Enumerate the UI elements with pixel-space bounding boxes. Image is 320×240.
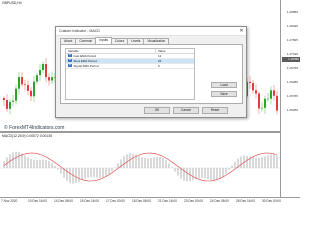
candle-body	[18, 76, 20, 89]
candle-body	[36, 75, 38, 82]
time-tick: 30 Dec 00:00	[262, 199, 281, 203]
price-tick: 1.25250	[286, 108, 298, 112]
candle-body	[45, 63, 47, 78]
time-tick: 21 Dec 16:00	[158, 199, 177, 203]
table-row[interactable]: ab Signal SMA Period 9	[66, 64, 194, 69]
price-tick: 1.27825	[286, 38, 298, 42]
close-icon[interactable]: ✕	[237, 27, 246, 36]
inputs-panel: Variable Value ab Fast EMA Period 12 ab …	[60, 43, 243, 104]
candle-body	[48, 77, 50, 81]
time-tick: 7 Nov 2020	[1, 199, 18, 203]
price-tick: 1.26795	[286, 66, 298, 70]
column-header-value[interactable]: Value	[156, 49, 165, 53]
candle-body	[264, 98, 266, 108]
price-scale[interactable]: 1.28850 1.28340 1.27825 1.27310 1.26795 …	[280, 0, 300, 197]
value-cell[interactable]: 26	[156, 59, 161, 63]
candle-body	[39, 70, 41, 76]
variable-name: Fast EMA Period	[73, 53, 97, 58]
variable-type-icon: ab	[68, 64, 72, 67]
variable-name: Slow EMA Period	[73, 58, 97, 63]
time-scale[interactable]: 7 Nov 2020 10 Dec 16:00 14 Dec 08:00 15 …	[0, 197, 300, 206]
variable-type-icon: ab	[68, 59, 72, 62]
symbol-label: GBPUSD,H4	[2, 1, 22, 5]
save-button[interactable]: Save	[211, 90, 237, 97]
candle-body	[3, 98, 5, 100]
variable-cell: ab Slow EMA Period	[66, 59, 156, 63]
candle-body	[27, 85, 29, 91]
reset-button[interactable]: Reset	[202, 107, 228, 114]
candle-body	[9, 101, 11, 109]
time-tick: 14 Dec 08:00	[54, 199, 73, 203]
time-tick: 17 Dec 00:00	[106, 199, 125, 203]
candle-body	[270, 90, 272, 99]
variable-name: Signal SMA Period	[73, 63, 99, 68]
dialog-title: Custom Indicator - MACD	[59, 29, 100, 33]
price-tick: 1.27310	[286, 52, 298, 56]
pane-divider[interactable]	[0, 131, 280, 133]
time-tick: 28 Dec 16:00	[236, 199, 255, 203]
watermark: © ForexMT4Indicators.com	[4, 125, 65, 131]
time-tick: 10 Dec 16:00	[28, 199, 47, 203]
candle-body	[30, 90, 32, 97]
candle-body	[276, 95, 278, 111]
chart-window[interactable]: GBPUSD,H4 1.28850 1.28340 1.27825 1.2731…	[0, 0, 300, 206]
candle-body	[267, 98, 269, 100]
candle-body	[255, 90, 257, 94]
dialog-titlebar[interactable]: Custom Indicator - MACD ✕	[56, 27, 246, 36]
price-tick: 1.26280	[286, 80, 298, 84]
candle-body	[51, 77, 53, 81]
candle-body	[33, 81, 35, 97]
column-header-variable[interactable]: Variable	[66, 48, 156, 53]
candle-body	[273, 90, 275, 96]
candle-body	[21, 76, 23, 85]
candle-body	[42, 63, 44, 71]
value-cell[interactable]: 9	[156, 64, 160, 68]
variable-cell: ab Signal SMA Period	[66, 64, 156, 68]
time-tick: 15 Dec 16:00	[80, 199, 99, 203]
candle-body	[258, 93, 260, 109]
variable-cell: ab Fast EMA Period	[66, 54, 156, 58]
candle-body	[15, 88, 17, 101]
price-tick: 1.28340	[286, 24, 298, 28]
time-tick: 18 Dec 08:00	[132, 199, 151, 203]
candle-body	[24, 84, 26, 86]
candle-body	[6, 100, 8, 109]
value-cell[interactable]: 12	[156, 54, 161, 58]
indicator-dialog[interactable]: Custom Indicator - MACD ✕ About Common I…	[55, 26, 247, 118]
indicator-label: MACD(12,26,9) 0.00072 0.00135	[2, 134, 52, 138]
inputs-grid[interactable]: Variable Value ab Fast EMA Period 12 ab …	[65, 47, 195, 100]
time-tick: 24 Dec 08:00	[210, 199, 229, 203]
price-tick: 1.25765	[286, 94, 298, 98]
candle-body	[249, 81, 251, 84]
candle-body	[252, 83, 254, 91]
variable-type-icon: ab	[68, 54, 72, 57]
time-tick: 23 Dec 00:00	[184, 199, 203, 203]
load-button[interactable]: Load	[211, 81, 237, 88]
price-tick: 1.28850	[286, 10, 298, 14]
cancel-button[interactable]: Cancel	[173, 107, 199, 114]
current-price-marker: 1.26650	[282, 57, 300, 62]
ok-button[interactable]: OK	[144, 107, 170, 114]
candle-body	[261, 107, 263, 109]
candle-body	[12, 100, 14, 102]
macd-signal-line	[3, 152, 278, 182]
